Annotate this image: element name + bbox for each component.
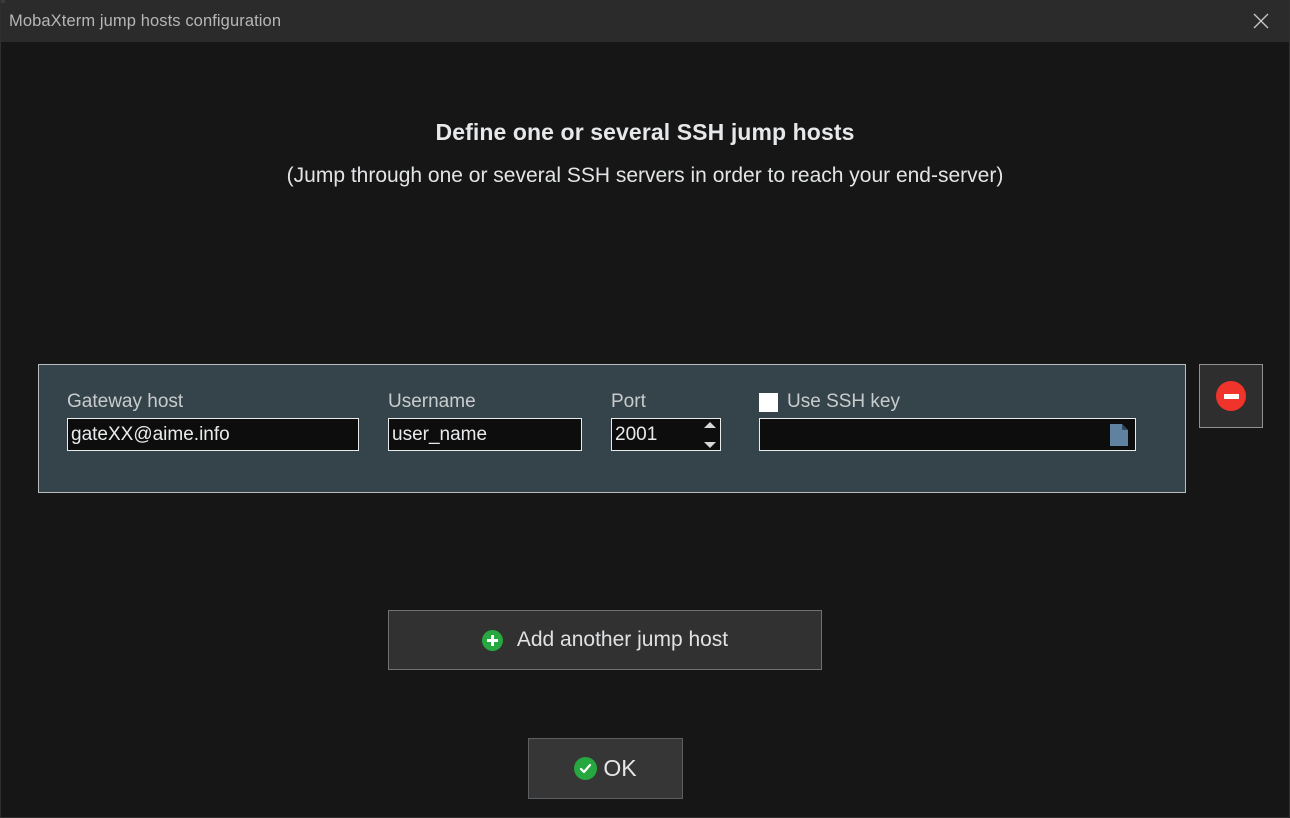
use-ssh-key-checkbox[interactable] [759,392,778,412]
jump-hosts-dialog-window: MobaXterm jump hosts configuration Defin… [0,0,1290,818]
username-field-group: Username [388,391,582,451]
titlebar-accent [1,0,5,3]
gateway-host-field-group: Gateway host [67,391,359,451]
username-input[interactable] [388,418,582,451]
minus-circle-icon [1216,381,1247,411]
port-field-group: Port [611,391,721,451]
chevron-up-icon[interactable] [704,421,716,428]
gateway-host-label: Gateway host [67,391,184,412]
check-mark-icon [580,763,592,774]
port-spinner-wrap [611,418,721,451]
dialog-content: Define one or several SSH jump hosts (Ju… [1,42,1289,817]
add-jump-host-label: Add another jump host [516,628,729,651]
port-stepper[interactable] [703,421,717,448]
close-button[interactable] [1233,0,1289,42]
ssh-key-path-input[interactable] [759,418,1136,451]
ok-button-label: OK [603,755,637,781]
use-ssh-key-row: Use SSH key [759,391,1136,413]
gateway-host-input[interactable] [67,418,359,451]
window-title: MobaXterm jump hosts configuration [9,11,282,30]
ssh-key-input-wrap [759,418,1136,451]
add-jump-host-button[interactable]: Add another jump host [388,610,822,670]
plus-circle-icon [481,629,503,651]
page-title: Define one or several SSH jump hosts [435,119,855,145]
ssh-key-field-group: Use SSH key [759,391,1136,451]
username-label: Username [388,391,476,412]
ok-button[interactable]: OK [528,738,683,799]
jump-hosts-list: Gateway host Username Port [38,364,1263,493]
remove-jump-host-button[interactable] [1199,364,1263,428]
close-icon [1253,13,1269,29]
jump-host-row: Gateway host Username Port [38,364,1187,493]
file-icon[interactable] [1109,423,1129,447]
chevron-down-icon[interactable] [704,441,716,448]
use-ssh-key-label: Use SSH key [787,391,900,412]
port-label: Port [611,391,646,412]
page-subtitle: (Jump through one or several SSH servers… [286,164,1004,187]
minus-bar [1223,393,1239,399]
title-bar: MobaXterm jump hosts configuration [1,0,1289,42]
check-circle-icon [574,757,598,780]
